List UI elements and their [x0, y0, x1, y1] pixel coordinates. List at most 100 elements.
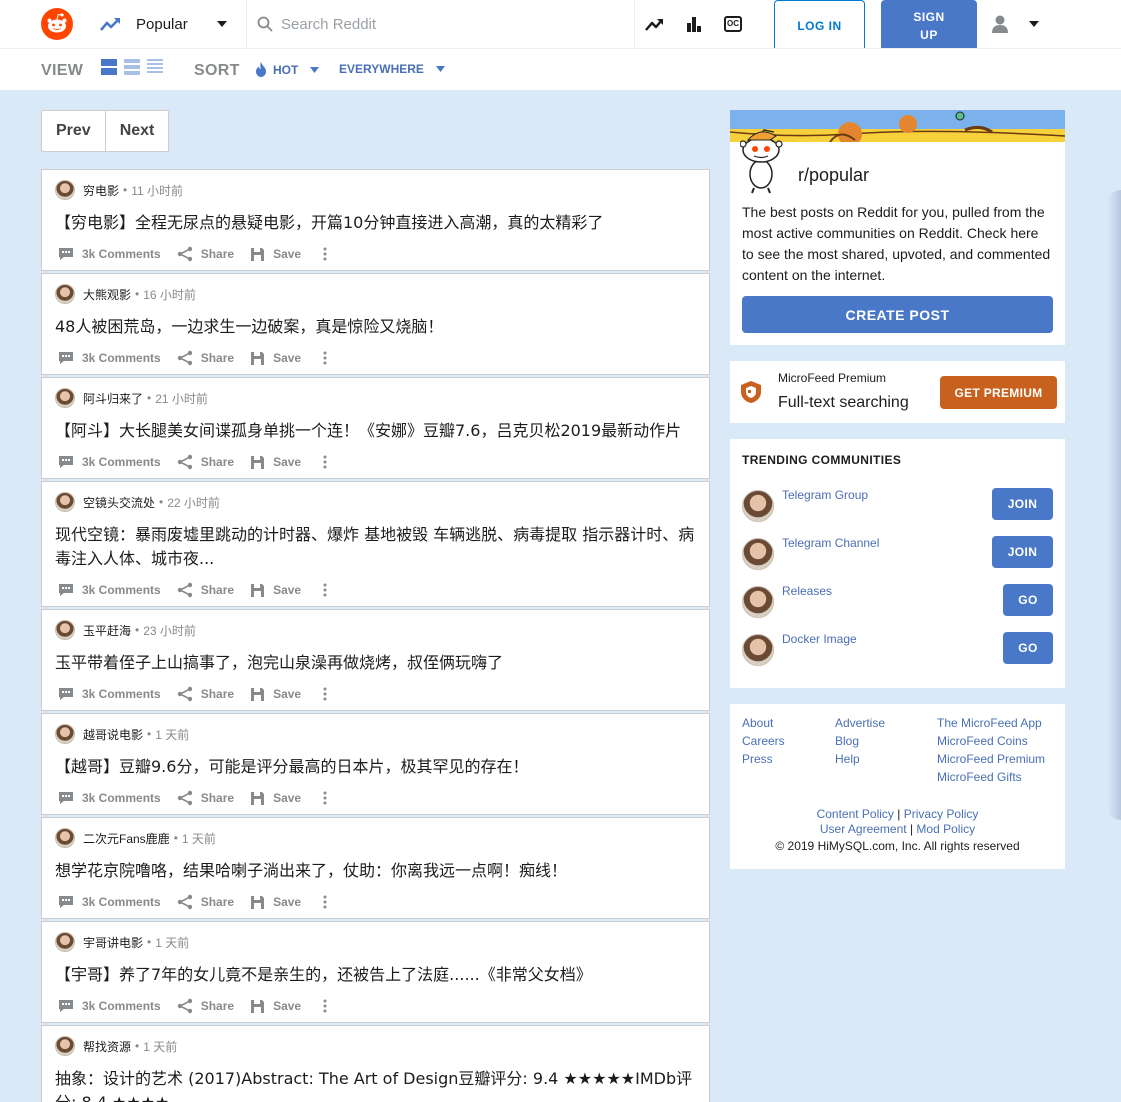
feed-selector[interactable]: Popular: [100, 0, 228, 48]
more-options-button[interactable]: [323, 583, 335, 597]
footer-link-careers[interactable]: Careers: [742, 732, 785, 750]
mod-policy-link[interactable]: Mod Policy: [916, 822, 975, 836]
join-button[interactable]: JOIN: [992, 488, 1053, 520]
comments-button[interactable]: 3k Comments: [58, 455, 161, 469]
more-options-button[interactable]: [323, 351, 335, 365]
compact-view-icon[interactable]: [146, 58, 164, 76]
prev-button[interactable]: Prev: [42, 111, 105, 151]
trending-icon[interactable]: [644, 14, 664, 34]
post-author[interactable]: 玉平赶海: [83, 622, 131, 639]
save-button[interactable]: Save: [250, 455, 301, 470]
footer-link-press[interactable]: Press: [742, 750, 785, 768]
post-author[interactable]: 越哥说电影: [83, 726, 143, 743]
post-title[interactable]: 【穷电影】全程无尿点的悬疑电影，开篇10分钟直接进入高潮，真的太精彩了: [55, 211, 710, 235]
save-button[interactable]: Save: [250, 895, 301, 910]
post-card[interactable]: 帮找资源 • 1 天前 抽象：设计的艺术 (2017)Abstract: The Ar…: [41, 1025, 710, 1102]
share-button[interactable]: Share: [177, 350, 234, 366]
comments-button[interactable]: 3k Comments: [58, 351, 161, 365]
more-options-icon[interactable]: [323, 999, 327, 1013]
post-title[interactable]: 【阿斗】大长腿美女间谍孤身单挑一个连！《安娜》豆瓣7.6，吕克贝松2019最新动…: [55, 419, 710, 443]
more-options-button[interactable]: [323, 247, 335, 261]
footer-link-premium[interactable]: MicroFeed Premium: [937, 750, 1045, 768]
post-title[interactable]: 抽象：设计的艺术 (2017)Abstract: The Art of Desi…: [55, 1067, 710, 1102]
post-title[interactable]: 【越哥】豆瓣9.6分，可能是评分最高的日本片，极其罕见的存在！: [55, 755, 710, 779]
user-menu[interactable]: [990, 14, 1040, 34]
card-view-icon[interactable]: [100, 58, 118, 76]
footer-link-about[interactable]: About: [742, 714, 785, 732]
community-name[interactable]: Docker Image: [782, 632, 857, 646]
comments-button[interactable]: 3k Comments: [58, 791, 161, 805]
post-author[interactable]: 穷电影: [83, 182, 119, 199]
post-author[interactable]: 大熊观影: [83, 286, 131, 303]
post-title[interactable]: 48人被困荒岛，一边求生一边破案，真是惊险又烧脑！: [55, 315, 710, 339]
community-name[interactable]: Telegram Group: [782, 488, 868, 502]
post-card[interactable]: 宇哥讲电影 • 1 天前 【宇哥】养了7年的女儿竟不是亲生的，还被告上了法庭.....…: [41, 921, 710, 1023]
more-options-icon[interactable]: [323, 351, 327, 365]
post-title[interactable]: 现代空镜：暴雨废墟里跳动的计时器、爆炸 基地被毁 车辆逃脱、病毒提取 指示器计时…: [55, 523, 710, 571]
more-options-icon[interactable]: [323, 583, 327, 597]
more-options-button[interactable]: [323, 455, 335, 469]
comments-button[interactable]: 3k Comments: [58, 583, 161, 597]
comments-button[interactable]: 3k Comments: [58, 247, 161, 261]
go-button[interactable]: GO: [1003, 584, 1053, 616]
share-button[interactable]: Share: [177, 246, 234, 262]
footer-link-coins[interactable]: MicroFeed Coins: [937, 732, 1045, 750]
footer-link-help[interactable]: Help: [835, 750, 885, 768]
reddit-logo-icon[interactable]: [41, 8, 73, 40]
create-post-button[interactable]: CREATE POST: [742, 296, 1053, 333]
post-card[interactable]: 越哥说电影 • 1 天前 【越哥】豆瓣9.6分，可能是评分最高的日本片，极其罕见的存在…: [41, 713, 710, 815]
classic-view-icon[interactable]: [123, 58, 141, 76]
footer-link-advertise[interactable]: Advertise: [835, 714, 885, 732]
post-author[interactable]: 帮找资源: [83, 1038, 131, 1055]
comments-button[interactable]: 3k Comments: [58, 999, 161, 1013]
join-button[interactable]: JOIN: [992, 536, 1053, 568]
post-title[interactable]: 想学花京院噜咯，结果哈喇子淌出来了，仗助：你离我远一点啊！痴线！: [55, 859, 710, 883]
post-card[interactable]: 玉平赶海 • 23 小时前 玉平带着侄子上山搞事了，泡完山泉澡再做烧烤，叔侄俩玩嗨了 3…: [41, 609, 710, 711]
more-options-icon[interactable]: [323, 455, 327, 469]
privacy-policy-link[interactable]: Privacy Policy: [904, 807, 979, 821]
go-button[interactable]: GO: [1003, 632, 1053, 664]
post-card[interactable]: 二次元Fans鹿鹿 • 1 天前 想学花京院噜咯，结果哈喇子淌出来了，仗助：你离我远一…: [41, 817, 710, 919]
scope-dropdown[interactable]: EVERYWHERE: [339, 62, 445, 76]
save-button[interactable]: Save: [250, 583, 301, 598]
post-card[interactable]: 穷电影 • 11 小时前 【穷电影】全程无尿点的悬疑电影，开篇10分钟直接进入高潮，真…: [41, 169, 710, 271]
more-options-button[interactable]: [323, 895, 335, 909]
post-author[interactable]: 二次元Fans鹿鹿: [83, 830, 170, 847]
more-options-button[interactable]: [323, 687, 335, 701]
save-button[interactable]: Save: [250, 351, 301, 366]
more-options-icon[interactable]: [323, 247, 327, 261]
more-options-icon[interactable]: [323, 791, 327, 805]
more-options-button[interactable]: [323, 791, 335, 805]
more-options-button[interactable]: [323, 999, 335, 1013]
share-button[interactable]: Share: [177, 894, 234, 910]
save-button[interactable]: Save: [250, 999, 301, 1014]
share-button[interactable]: Share: [177, 454, 234, 470]
next-button[interactable]: Next: [104, 111, 169, 151]
sort-dropdown[interactable]: HOT: [255, 62, 320, 77]
share-button[interactable]: Share: [177, 582, 234, 598]
signup-button[interactable]: SIGN UP: [881, 0, 977, 51]
search-input[interactable]: [281, 15, 611, 33]
comments-button[interactable]: 3k Comments: [58, 895, 161, 909]
post-card[interactable]: 大熊观影 • 16 小时前 48人被困荒岛，一边求生一边破案，真是惊险又烧脑！ 3k C…: [41, 273, 710, 375]
save-button[interactable]: Save: [250, 791, 301, 806]
post-author[interactable]: 阿斗归来了: [83, 390, 143, 407]
subreddit-name[interactable]: r/popular: [798, 165, 869, 186]
oc-icon[interactable]: OC: [724, 16, 742, 32]
community-name[interactable]: Releases: [782, 584, 832, 598]
footer-link-app[interactable]: The MicroFeed App: [937, 714, 1045, 732]
share-button[interactable]: Share: [177, 998, 234, 1014]
more-options-icon[interactable]: [323, 687, 327, 701]
content-policy-link[interactable]: Content Policy: [817, 807, 894, 821]
leaderboard-icon[interactable]: [684, 14, 704, 34]
footer-link-blog[interactable]: Blog: [835, 732, 885, 750]
share-button[interactable]: Share: [177, 790, 234, 806]
post-title[interactable]: 玉平带着侄子上山搞事了，泡完山泉澡再做烧烤，叔侄俩玩嗨了: [55, 651, 710, 675]
community-name[interactable]: Telegram Channel: [782, 536, 879, 550]
post-author[interactable]: 空镜头交流处: [83, 494, 155, 511]
more-options-icon[interactable]: [323, 895, 327, 909]
save-button[interactable]: Save: [250, 687, 301, 702]
footer-link-gifts[interactable]: MicroFeed Gifts: [937, 768, 1045, 786]
user-agreement-link[interactable]: User Agreement: [820, 822, 907, 836]
share-button[interactable]: Share: [177, 686, 234, 702]
